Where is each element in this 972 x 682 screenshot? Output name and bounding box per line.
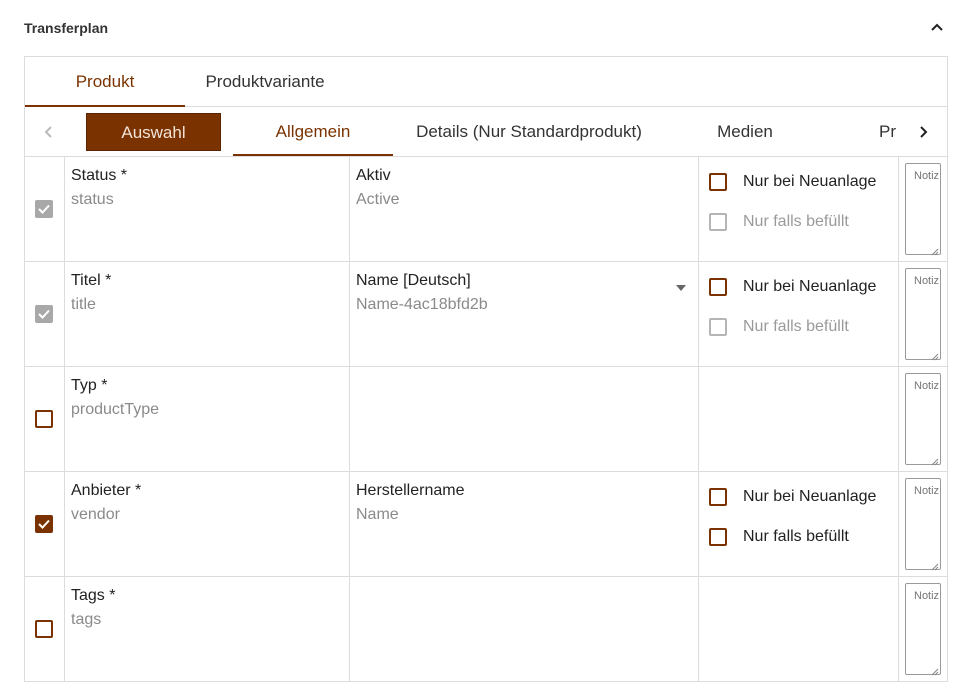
mapping-value: Name — [356, 506, 399, 523]
field-key: status — [71, 191, 114, 208]
option-checkbox[interactable] — [709, 278, 727, 296]
note-cell — [899, 367, 947, 471]
mapping-label: Herstellername — [356, 482, 465, 499]
tab-auswahl[interactable]: Auswahl — [86, 113, 221, 151]
mapping-cell[interactable]: Herstellername Name — [350, 472, 699, 576]
chevron-right-icon[interactable] — [911, 119, 935, 145]
option-label: Nur bei Neuanlage — [743, 173, 877, 190]
panel-title: Transferplan — [24, 20, 109, 36]
main-tab-bar: Produkt Produktvariante — [25, 57, 947, 107]
note-cell — [899, 577, 947, 681]
table-row: Typ * productType — [25, 367, 947, 472]
option-checkbox[interactable] — [709, 318, 727, 336]
select-cell — [25, 472, 65, 576]
mapping-cell[interactable]: Name [Deutsch] Name-4ac18bfd2b — [350, 262, 699, 366]
table-row: Anbieter * vendor Herstellername Name Nur be… — [25, 472, 947, 577]
mapping-value: Name-4ac18bfd2b — [356, 296, 488, 313]
transfer-plan-card: Produkt Produktvariante Auswahl Allgemei… — [24, 56, 948, 682]
field-key: title — [71, 296, 96, 313]
option-label: Nur bei Neuanlage — [743, 488, 877, 505]
tab-produkt[interactable]: Produkt — [25, 57, 185, 107]
field-label: Anbieter * — [71, 482, 142, 499]
option-checkbox[interactable] — [709, 528, 727, 546]
sub-tab-bar: Auswahl Allgemein Details (Nur Standardp… — [25, 107, 947, 157]
select-cell — [25, 577, 65, 681]
tab-produktvariante[interactable]: Produktvariante — [185, 57, 345, 107]
panel-header: Transferplan — [24, 0, 948, 56]
field-label: Tags * — [71, 587, 116, 604]
field-cell: Status * status — [65, 157, 350, 261]
options-cell — [699, 367, 899, 471]
option-label: Nur falls befüllt — [743, 528, 849, 545]
note-textarea[interactable] — [905, 478, 941, 570]
note-cell — [899, 472, 947, 576]
option-checkbox[interactable] — [709, 173, 727, 191]
tab-allgemein[interactable]: Allgemein — [233, 107, 393, 156]
option-label: Nur falls befüllt — [743, 318, 849, 335]
table-row: Status * status Aktiv Active Nur bei Neuanla… — [25, 157, 947, 262]
field-key: vendor — [71, 506, 120, 523]
field-key: tags — [71, 611, 102, 628]
table-row: Titel * title Name [Deutsch] Name-4ac18bfd2… — [25, 262, 947, 367]
field-label: Status * — [71, 167, 128, 184]
note-textarea[interactable] — [905, 583, 941, 675]
field-cell: Typ * productType — [65, 367, 350, 471]
row-select-checkbox[interactable] — [35, 410, 53, 428]
field-label: Titel * — [71, 272, 112, 289]
row-select-checkbox[interactable] — [35, 305, 53, 323]
option-checkbox[interactable] — [709, 488, 727, 506]
select-cell — [25, 367, 65, 471]
chevron-left-icon[interactable] — [37, 119, 61, 145]
note-cell — [899, 157, 947, 261]
resize-grip-icon[interactable] — [931, 348, 939, 361]
mapping-cell[interactable] — [350, 367, 699, 471]
mapping-table: Status * status Aktiv Active Nur bei Neuanla… — [25, 157, 947, 682]
resize-grip-icon[interactable] — [931, 453, 939, 466]
options-cell: Nur bei Neuanlage Nur falls befüllt — [699, 472, 899, 576]
note-cell — [899, 262, 947, 366]
options-cell: Nur bei Neuanlage Nur falls befüllt — [699, 262, 899, 366]
option-checkbox[interactable] — [709, 213, 727, 231]
field-cell: Titel * title — [65, 262, 350, 366]
options-cell: Nur bei Neuanlage Nur falls befüllt — [699, 157, 899, 261]
note-textarea[interactable] — [905, 268, 941, 360]
row-select-checkbox[interactable] — [35, 200, 53, 218]
row-select-checkbox[interactable] — [35, 620, 53, 638]
option-label: Nur falls befüllt — [743, 213, 849, 230]
chevron-up-icon[interactable] — [928, 18, 946, 36]
tab-truncated[interactable]: Pr — [879, 107, 903, 156]
resize-grip-icon[interactable] — [931, 243, 939, 256]
field-cell: Anbieter * vendor — [65, 472, 350, 576]
select-cell — [25, 157, 65, 261]
note-textarea[interactable] — [905, 163, 941, 255]
resize-grip-icon[interactable] — [931, 663, 939, 676]
field-label: Typ * — [71, 377, 108, 394]
resize-grip-icon[interactable] — [931, 558, 939, 571]
caret-down-icon[interactable] — [676, 278, 686, 291]
option-label: Nur bei Neuanlage — [743, 278, 877, 295]
row-select-checkbox[interactable] — [35, 515, 53, 533]
field-key: productType — [71, 401, 160, 418]
mapping-label: Name [Deutsch] — [356, 272, 471, 289]
field-cell: Tags * tags — [65, 577, 350, 681]
options-cell — [699, 577, 899, 681]
tab-details[interactable]: Details (Nur Standardprodukt) — [401, 107, 657, 156]
mapping-cell[interactable] — [350, 577, 699, 681]
mapping-label: Aktiv — [356, 167, 391, 184]
mapping-cell[interactable]: Aktiv Active — [350, 157, 699, 261]
select-cell — [25, 262, 65, 366]
table-row: Tags * tags — [25, 577, 947, 682]
note-textarea[interactable] — [905, 373, 941, 465]
mapping-value: Active — [356, 191, 400, 208]
tab-medien[interactable]: Medien — [685, 107, 805, 156]
